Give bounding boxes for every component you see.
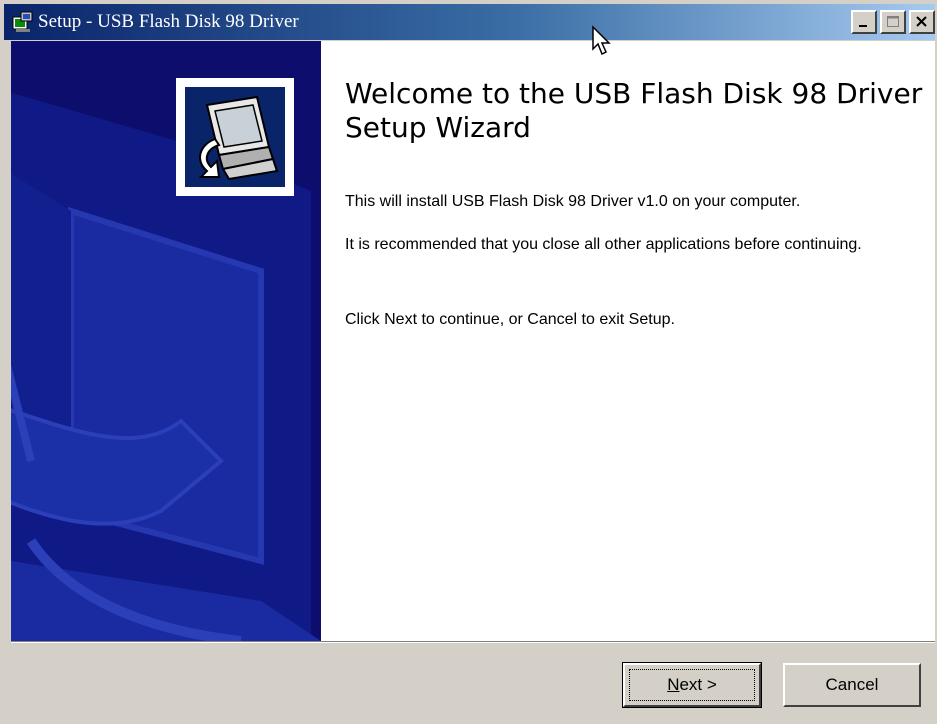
title-bar[interactable]: Setup - USB Flash Disk 98 Driver <box>4 4 935 40</box>
minimize-button[interactable] <box>851 10 877 34</box>
button-area-divider-highlight <box>11 642 935 643</box>
focus-rectangle <box>629 669 755 701</box>
close-button[interactable] <box>909 10 935 34</box>
minimize-icon <box>859 25 867 27</box>
mouse-pointer-icon <box>592 25 611 56</box>
setup-app-icon <box>12 11 33 32</box>
install-info-text: This will install USB Flash Disk 98 Driv… <box>345 193 801 210</box>
wizard-logo <box>185 87 285 187</box>
close-apps-text: It is recommended that you close all oth… <box>345 236 862 253</box>
welcome-heading: Welcome to the USB Flash Disk 98 Driver … <box>345 77 923 144</box>
close-icon <box>916 16 927 27</box>
next-button[interactable]: Next > <box>622 662 762 708</box>
window-title: Setup - USB Flash Disk 98 Driver <box>38 11 299 32</box>
cancel-button[interactable]: Cancel <box>783 663 921 707</box>
wizard-logo-frame <box>176 78 294 196</box>
instructions-text: Click Next to continue, or Cancel to exi… <box>345 311 675 328</box>
window-controls <box>848 10 935 34</box>
wizard-side-banner <box>11 41 321 641</box>
install-computer-icon <box>198 95 279 181</box>
setup-wizard-window: Setup - USB Flash Disk 98 Driver Welcome… <box>0 0 937 724</box>
maximize-icon <box>887 16 899 27</box>
maximize-button[interactable] <box>880 10 906 34</box>
welcome-page: Welcome to the USB Flash Disk 98 Driver … <box>321 41 935 641</box>
